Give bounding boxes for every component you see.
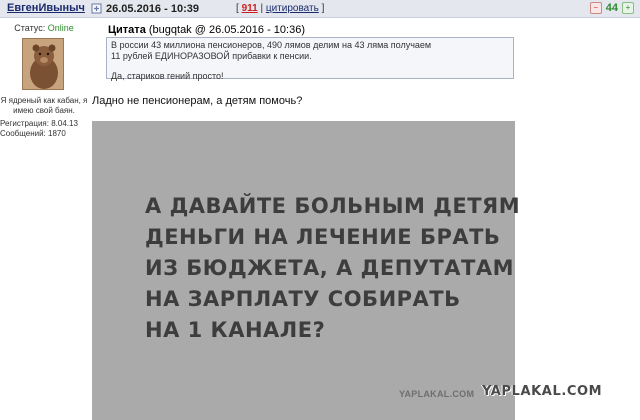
meme-line: А давайте больным детям — [145, 194, 521, 218]
meme-line: на зарплату собирать — [145, 287, 461, 311]
user-sidebar: Статус: Online Я ядреный как кабан, я им… — [0, 18, 88, 420]
post-header: ЕвгенИвыныч 26.05.2016 - 10:39 [ 911 | ц… — [0, 0, 640, 18]
post-date: 26.05.2016 - 10:39 — [106, 3, 199, 15]
status-label: Статус: — [14, 23, 46, 33]
bear-cub-icon — [23, 39, 63, 89]
status-online: Online — [47, 23, 74, 33]
meme-line: деньги на лечение брать — [145, 225, 501, 249]
avatar[interactable] — [22, 38, 64, 90]
meme-line: на 1 канале? — [145, 318, 326, 342]
user-tagline: Я ядреный как кабан, я имею свой баян. — [0, 96, 88, 116]
quote-line: 11 рублей ЕДИНОРАЗОВОЙ прибавки к пенсии… — [111, 51, 312, 61]
reply-text: Ладно не пенсионерам, а детям помочь? — [92, 95, 303, 107]
meme-line: из бюджета, а депутатам — [145, 256, 515, 280]
post-link-icon[interactable] — [91, 3, 102, 14]
post-meta: [ 911 | цитировать ] — [236, 3, 325, 14]
post-number-link[interactable]: 911 — [242, 3, 258, 14]
rating-value: 44 — [605, 2, 618, 14]
image-watermark: YAPLAKAL.COM — [399, 389, 475, 399]
quote-source: (bugqtak @ 26.05.2016 - 10:36) — [148, 24, 305, 36]
quote-line: Да, стариков гений просто! — [111, 71, 224, 81]
meme-text: А давайте больным детям деньги на лечени… — [145, 191, 521, 346]
user-stats: Регистрация: 8.04.13 Сообщений: 1870 — [0, 119, 78, 139]
rate-up-icon[interactable]: + — [622, 2, 634, 14]
meme-image[interactable]: А давайте больным детям деньги на лечени… — [92, 121, 521, 420]
registration-date: Регистрация: 8.04.13 — [0, 119, 78, 128]
cite-link[interactable]: цитировать — [266, 3, 319, 14]
quote-box: В россии 43 миллиона пенсионеров, 490 ля… — [106, 37, 514, 81]
rating-block: − 44 + — [589, 2, 634, 14]
site-watermark: YAPLAKAL.COM — [482, 384, 603, 399]
author-name[interactable]: ЕвгенИвыныч — [7, 2, 85, 14]
tagline-line: имею свой баян. — [13, 106, 75, 115]
quote-header: Цитата (bugqtak @ 26.05.2016 - 10:36) — [108, 24, 305, 36]
quote-line: В россии 43 миллиона пенсионеров, 490 ля… — [111, 40, 432, 50]
tagline-line: Я ядреный как кабан, я — [0, 96, 88, 105]
quote-label: Цитата — [108, 24, 146, 36]
message-count: Сообщений: 1870 — [0, 129, 66, 138]
user-status: Статус: Online — [6, 23, 82, 33]
rate-down-icon[interactable]: − — [589, 2, 602, 14]
